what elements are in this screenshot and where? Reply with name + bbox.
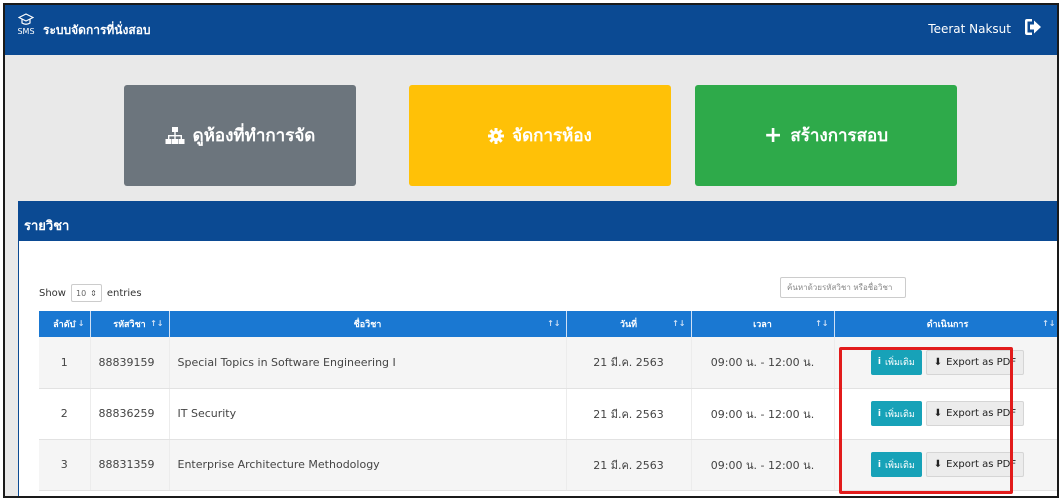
create-exam-label: สร้างการสอบ [790,126,889,146]
column-header-date[interactable]: วันที่ ↑↓ [566,311,692,337]
entries-label: entries [106,287,142,299]
info-icon: i [877,408,881,419]
sort-icon: ↑↓ [547,319,561,328]
export-pdf-button[interactable]: ⬇ Export as PDF [925,349,1025,375]
cell-actions: i เพิ่มเติม ⬇ Export as PDF [834,337,1057,389]
course-list-panel: รายวิชา Show 10 ⇕ entries ลำดับ↑↓ [18,201,1057,496]
more-info-button[interactable]: i เพิ่มเติม [870,349,922,375]
more-info-label: เพิ่มเติม [884,409,915,420]
cell-time: 09:00 น. - 12:00 น. [691,439,835,491]
cell-time: 09:00 น. - 12:00 น. [691,337,835,389]
cell-time: 09:00 น. - 12:00 น. [691,388,835,440]
page-length-value: 10 [75,288,87,298]
table-row: 2 88836259 IT Security 21 มี.ค. 2563 09:… [39,388,1057,440]
column-header-code[interactable]: รหัสวิชา ↑↓ [90,311,170,337]
cell-date: 21 มี.ค. 2563 [566,439,692,491]
user-name[interactable]: Teerat Naksut [928,22,1011,36]
brand-logo-icon[interactable]: SMS [15,13,37,36]
cell-name: IT Security [169,388,567,440]
more-info-label: เพิ่มเติม [884,460,915,471]
course-table: ลำดับ ↑↓ รหัสวิชา ↑↓ ชื่อวิชา ↑↓ วันที่ ↑↓ เ… [39,311,1057,491]
more-info-label: เพิ่มเติม [884,358,915,369]
page-length-control: Show 10 ⇕ entries [39,284,142,302]
column-header-actions[interactable]: ดำเนินการ ↑↓ [834,311,1057,337]
download-icon: ⬇ [933,356,943,368]
brand-icon-label: SMS [17,27,35,36]
more-info-button[interactable]: i เพิ่มเติม [870,401,922,426]
sort-icon: ↑↓ [1042,319,1056,328]
show-label: Show [39,287,66,299]
cell-date: 21 มี.ค. 2563 [566,388,692,440]
logout-icon[interactable] [1023,17,1043,37]
top-navbar: SMS ระบบจัดการที่นั่งสอบ Teerat Naksut [5,5,1057,55]
export-pdf-button[interactable]: ⬇ Export as PDF [925,401,1025,426]
column-header-no[interactable]: ลำดับ ↑↓ [39,311,91,337]
table-row: 3 88831359 Enterprise Architecture Metho… [39,439,1057,491]
cell-actions: i เพิ่มเติม ⬇ Export as PDF [834,439,1057,491]
export-pdf-button[interactable]: ⬇ Export as PDF [925,452,1025,477]
info-icon: i [877,357,881,368]
graduation-cap-icon [18,13,34,25]
export-pdf-label: Export as PDF [946,356,1017,368]
cell-code: 88831359 [90,439,170,491]
manage-rooms-button[interactable]: จัดการห้อง [409,85,671,186]
export-pdf-label: Export as PDF [946,459,1017,470]
sort-icon: ↑↓ [672,319,686,328]
export-pdf-label: Export as PDF [946,408,1017,419]
app-title[interactable]: ระบบจัดการที่นั่งสอบ [43,21,151,40]
cell-name: Enterprise Architecture Methodology [169,439,567,491]
info-icon: i [877,459,881,470]
cell-no: 2 [39,388,91,440]
sort-icon: ↑↓ [71,319,85,328]
view-rooms-label: ดูห้องที่ทำการจัด [192,126,316,146]
app-window: SMS ระบบจัดการที่นั่งสอบ Teerat Naksut ด… [3,3,1059,498]
column-header-time[interactable]: เวลา ↑↓ [691,311,835,337]
plus-icon: + [763,122,783,148]
search-input[interactable] [780,277,906,298]
table-row: 1 88839159 Special Topics in Software En… [39,337,1057,389]
sort-icon: ↑↓ [150,319,164,328]
cell-no: 1 [39,337,91,389]
download-icon: ⬇ [933,408,943,419]
sort-icon: ↑↓ [815,319,829,328]
cell-name: Special Topics in Software Engineering I [169,337,567,389]
cell-actions: i เพิ่มเติม ⬇ Export as PDF [834,388,1057,440]
panel-title: รายวิชา [19,201,1057,241]
page-length-select[interactable]: 10 ⇕ [70,284,102,302]
cell-date: 21 มี.ค. 2563 [566,337,692,389]
column-header-name[interactable]: ชื่อวิชา ↑↓ [169,311,567,337]
download-icon: ⬇ [933,459,943,470]
cell-code: 88839159 [90,337,170,389]
select-arrows-icon: ⇕ [90,288,97,298]
more-info-button[interactable]: i เพิ่มเติม [870,452,922,477]
view-rooms-button[interactable]: ดูห้องที่ทำการจัด [124,85,356,186]
manage-rooms-label: จัดการห้อง [512,126,592,146]
create-exam-button[interactable]: + สร้างการสอบ [695,85,957,186]
cell-code: 88836259 [90,388,170,440]
table-header-row: ลำดับ ↑↓ รหัสวิชา ↑↓ ชื่อวิชา ↑↓ วันที่ ↑↓ เ… [39,311,1057,337]
sitemap-icon [165,126,185,144]
cell-no: 3 [39,439,91,491]
gear-icon [488,127,505,144]
